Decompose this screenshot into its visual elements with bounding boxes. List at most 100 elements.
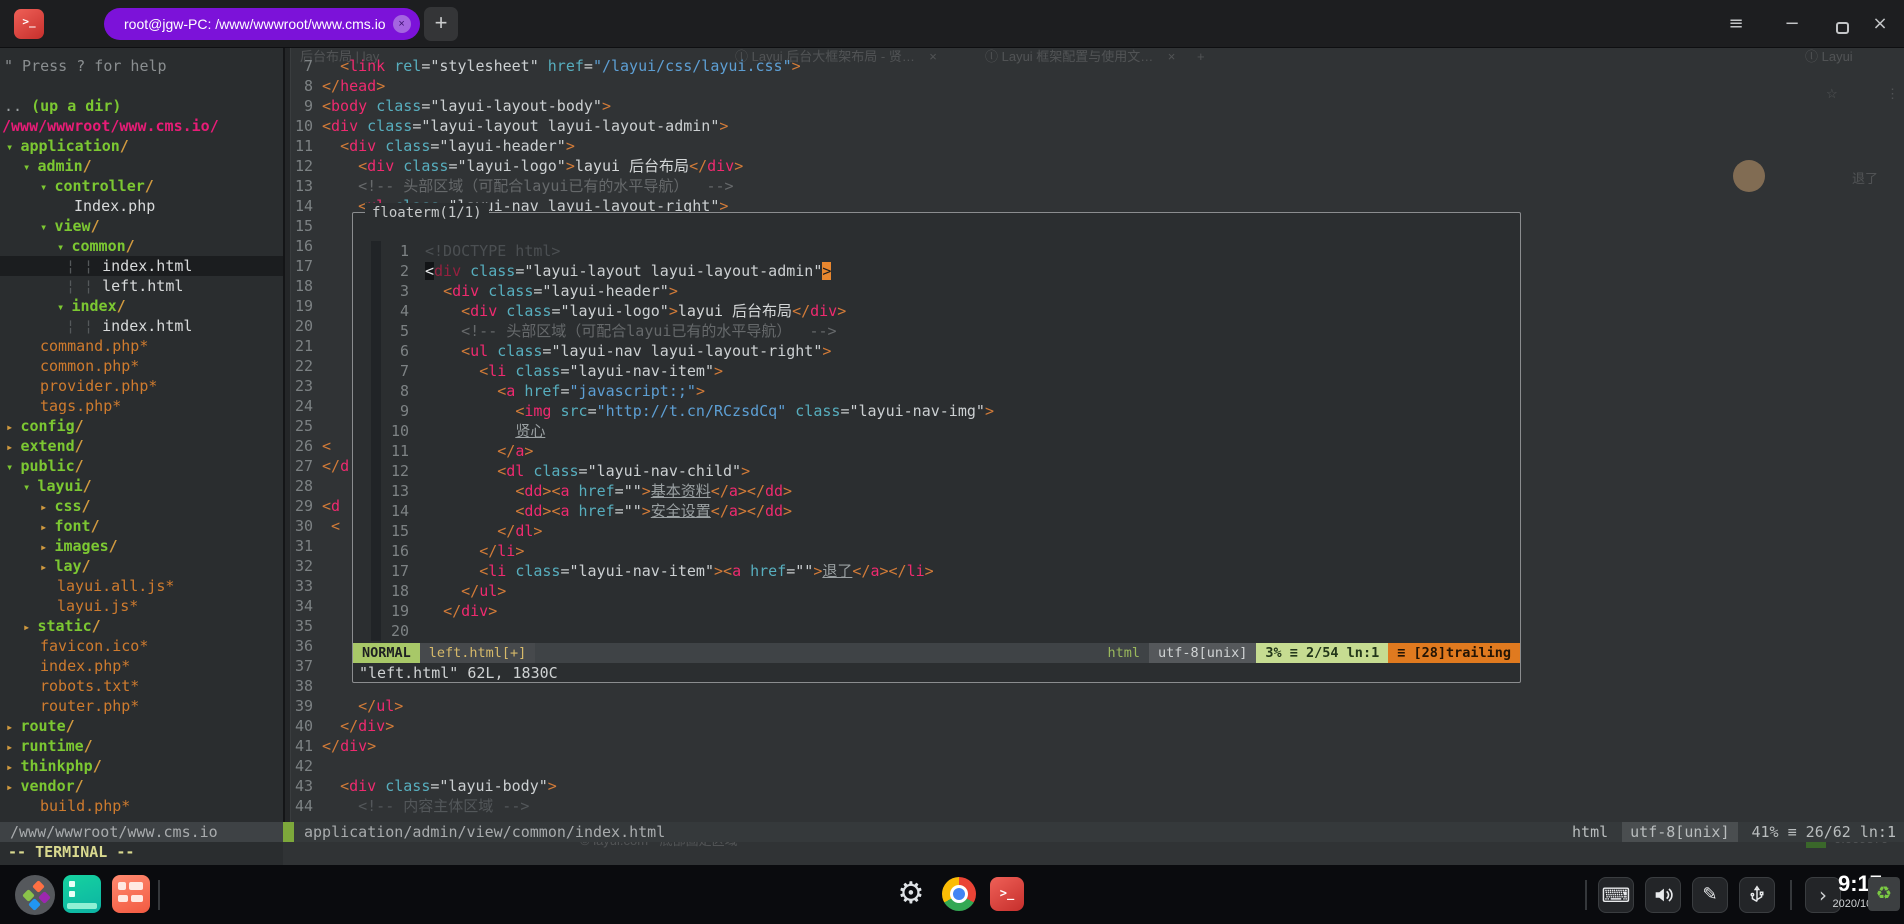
tree-item-build.php*[interactable]: build.php* (0, 796, 283, 816)
code-line-10[interactable]: 10 <div class="layui-layout layui-layout-… (291, 116, 1904, 136)
floaterm-code-line-14[interactable]: 14 <dd><a href="">安全设置</a></dd> (353, 501, 1520, 521)
tree-item-public[interactable]: ▾ public/ (0, 456, 283, 476)
floaterm-code-line-20[interactable]: 20 (353, 621, 1520, 641)
collapsed-arrow-icon[interactable]: ▸ (6, 440, 20, 454)
code-line-9[interactable]: 9 <body class="layui-layout-body"> (291, 96, 1904, 116)
tab-close-icon[interactable]: × (392, 15, 411, 33)
tree-item-images[interactable]: ▸ images/ (0, 536, 283, 556)
terminal-app-icon[interactable]: >_ (14, 9, 44, 39)
floaterm-code-line-12[interactable]: 12 <dl class="layui-nav-child"> (353, 461, 1520, 481)
tree-item-layui[interactable]: ▾ layui/ (0, 476, 283, 496)
tree-item-index.php*[interactable]: index.php* (0, 656, 283, 676)
collapsed-arrow-icon[interactable]: ▸ (6, 420, 20, 434)
expanded-arrow-icon[interactable]: ▾ (40, 220, 54, 234)
collapsed-arrow-icon[interactable]: ▸ (40, 540, 54, 554)
tree-item-css[interactable]: ▸ css/ (0, 496, 283, 516)
tree-item-config[interactable]: ▸ config/ (0, 416, 283, 436)
menu-icon[interactable]: ≡ (1722, 12, 1750, 36)
expanded-arrow-icon[interactable]: ▾ (6, 460, 20, 474)
tree-item-thinkphp[interactable]: ▸ thinkphp/ (0, 756, 283, 776)
tree-item-help[interactable]: " Press ? for help (0, 56, 283, 76)
floaterm-code-line-16[interactable]: 16 </li> (353, 541, 1520, 561)
floaterm-code-line-2[interactable]: 2 <div class="layui-layout layui-layout-a… (353, 261, 1520, 281)
tree-item-extend[interactable]: ▸ extend/ (0, 436, 283, 456)
tree-item-static[interactable]: ▸ static/ (0, 616, 283, 636)
close-icon[interactable]: × (1866, 12, 1894, 36)
collapsed-arrow-icon[interactable]: ▸ (40, 520, 54, 534)
tree-item-font[interactable]: ▸ font/ (0, 516, 283, 536)
tree-item-Index.php[interactable]: Index.php (0, 196, 283, 216)
tree-item-layui.all.js*[interactable]: layui.all.js* (0, 576, 283, 596)
floaterm-window[interactable]: floaterm(1/1) 1 <!DOCTYPE html> 2 <div clas… (352, 203, 1521, 683)
floaterm-code-line-8[interactable]: 8 <a href="javascript:;"> (353, 381, 1520, 401)
usb-icon[interactable] (1739, 877, 1775, 913)
tree-item-index.html[interactable]: ¦ ¦ index.html (0, 256, 283, 276)
expanded-arrow-icon[interactable]: ▾ (23, 480, 37, 494)
floaterm-code-line-4[interactable]: 4 <div class="layui-logo">layui 后台布局</di… (353, 301, 1520, 321)
tree-item-left.html[interactable]: ¦ ¦ left.html (0, 276, 283, 296)
floaterm-code-line-1[interactable]: 1 <!DOCTYPE html> (353, 241, 1520, 261)
collapsed-arrow-icon[interactable]: ▸ (6, 740, 20, 754)
floaterm-code-line-9[interactable]: 9 <img src="http://t.cn/RCzsdCq" class="… (353, 401, 1520, 421)
floaterm-code-line-7[interactable]: 7 <li class="layui-nav-item"> (353, 361, 1520, 381)
code-line-39[interactable]: 39 </ul> (291, 696, 1904, 716)
expanded-arrow-icon[interactable]: ▾ (23, 160, 37, 174)
floaterm-code-line-19[interactable]: 19 </div> (353, 601, 1520, 621)
tree-item-index.html[interactable]: ¦ ¦ index.html (0, 316, 283, 336)
tree-item-provider.php*[interactable]: provider.php* (0, 376, 283, 396)
tree-item-up-a-dir[interactable]: .. (up a dir) (0, 96, 283, 116)
file-manager-icon[interactable] (63, 875, 101, 913)
minimize-icon[interactable]: − (1778, 12, 1806, 36)
volume-icon[interactable] (1645, 877, 1681, 913)
split-separator[interactable] (283, 48, 291, 822)
collapsed-arrow-icon[interactable]: ▸ (6, 720, 20, 734)
floaterm-code-line-18[interactable]: 18 </ul> (353, 581, 1520, 601)
code-line-41[interactable]: 41 </div> (291, 736, 1904, 756)
code-line-43[interactable]: 43 <div class="layui-body"> (291, 776, 1904, 796)
tree-item-runtime[interactable]: ▸ runtime/ (0, 736, 283, 756)
code-line-44[interactable]: 44 <!-- 内容主体区域 --> (291, 796, 1904, 816)
code-line-11[interactable]: 11 <div class="layui-header"> (291, 136, 1904, 156)
tree-item-common.php*[interactable]: common.php* (0, 356, 283, 376)
code-line-12[interactable]: 12 <div class="layui-logo">layui 后台布局</d… (291, 156, 1904, 176)
tree-item-common[interactable]: ▾ common/ (0, 236, 283, 256)
tree-item-tags.php*[interactable]: tags.php* (0, 396, 283, 416)
recycle-bin-icon[interactable]: ♻ (1868, 877, 1900, 911)
floaterm-code-line-6[interactable]: 6 <ul class="layui-nav layui-layout-righ… (353, 341, 1520, 361)
floaterm-code-line-10[interactable]: 10 贤心 (353, 421, 1520, 441)
collapsed-arrow-icon[interactable]: ▸ (40, 560, 54, 574)
tree-item-index[interactable]: ▾ index/ (0, 296, 283, 316)
floaterm-code-line-11[interactable]: 11 </a> (353, 441, 1520, 461)
dashboard-app-icon[interactable] (112, 875, 150, 913)
code-line-42[interactable]: 42 (291, 756, 1904, 776)
terminal-tab[interactable]: root@jgw-PC: /www/wwwroot/www.cms.io × (104, 8, 420, 40)
tree-item-command.php*[interactable]: command.php* (0, 336, 283, 356)
tree-item-lay[interactable]: ▸ lay/ (0, 556, 283, 576)
tree-item-admin[interactable]: ▾ admin/ (0, 156, 283, 176)
app-launcher-icon[interactable] (15, 875, 55, 915)
tree-item-layui.js*[interactable]: layui.js* (0, 596, 283, 616)
keyboard-icon[interactable]: ⌨ (1598, 877, 1634, 913)
expanded-arrow-icon[interactable]: ▾ (6, 140, 20, 154)
collapsed-arrow-icon[interactable]: ▸ (6, 760, 20, 774)
floaterm-code-line-13[interactable]: 13 <dd><a href="">基本资料</a></dd> (353, 481, 1520, 501)
code-line-40[interactable]: 40 </div> (291, 716, 1904, 736)
tree-item-robots.txt*[interactable]: robots.txt* (0, 676, 283, 696)
floaterm-code-line-15[interactable]: 15 </dl> (353, 521, 1520, 541)
floaterm-code-line-17[interactable]: 17 <li class="layui-nav-item"><a href=""… (353, 561, 1520, 581)
tree-item-application[interactable]: ▾ application/ (0, 136, 283, 156)
code-line-7[interactable]: 7 <link rel="stylesheet" href="/layui/cs… (291, 56, 1904, 76)
tree-item-favicon.ico*[interactable]: favicon.ico* (0, 636, 283, 656)
maximize-icon[interactable] (1828, 17, 1856, 41)
expanded-arrow-icon[interactable]: ▾ (57, 240, 71, 254)
tree-item-route[interactable]: ▸ route/ (0, 716, 283, 736)
settings-gear-icon[interactable]: ⚙ (890, 873, 932, 915)
collapsed-arrow-icon[interactable]: ▸ (40, 500, 54, 514)
collapsed-arrow-icon[interactable]: ▸ (23, 620, 37, 634)
tree-item-controller[interactable]: ▾ controller/ (0, 176, 283, 196)
new-tab-button[interactable]: + (424, 7, 458, 41)
tree-item-vendor[interactable]: ▸ vendor/ (0, 776, 283, 796)
pen-input-icon[interactable]: ✎ (1692, 877, 1728, 913)
expanded-arrow-icon[interactable]: ▾ (40, 180, 54, 194)
code-line-13[interactable]: 13 <!-- 头部区域（可配合layui已有的水平导航） --> (291, 176, 1904, 196)
